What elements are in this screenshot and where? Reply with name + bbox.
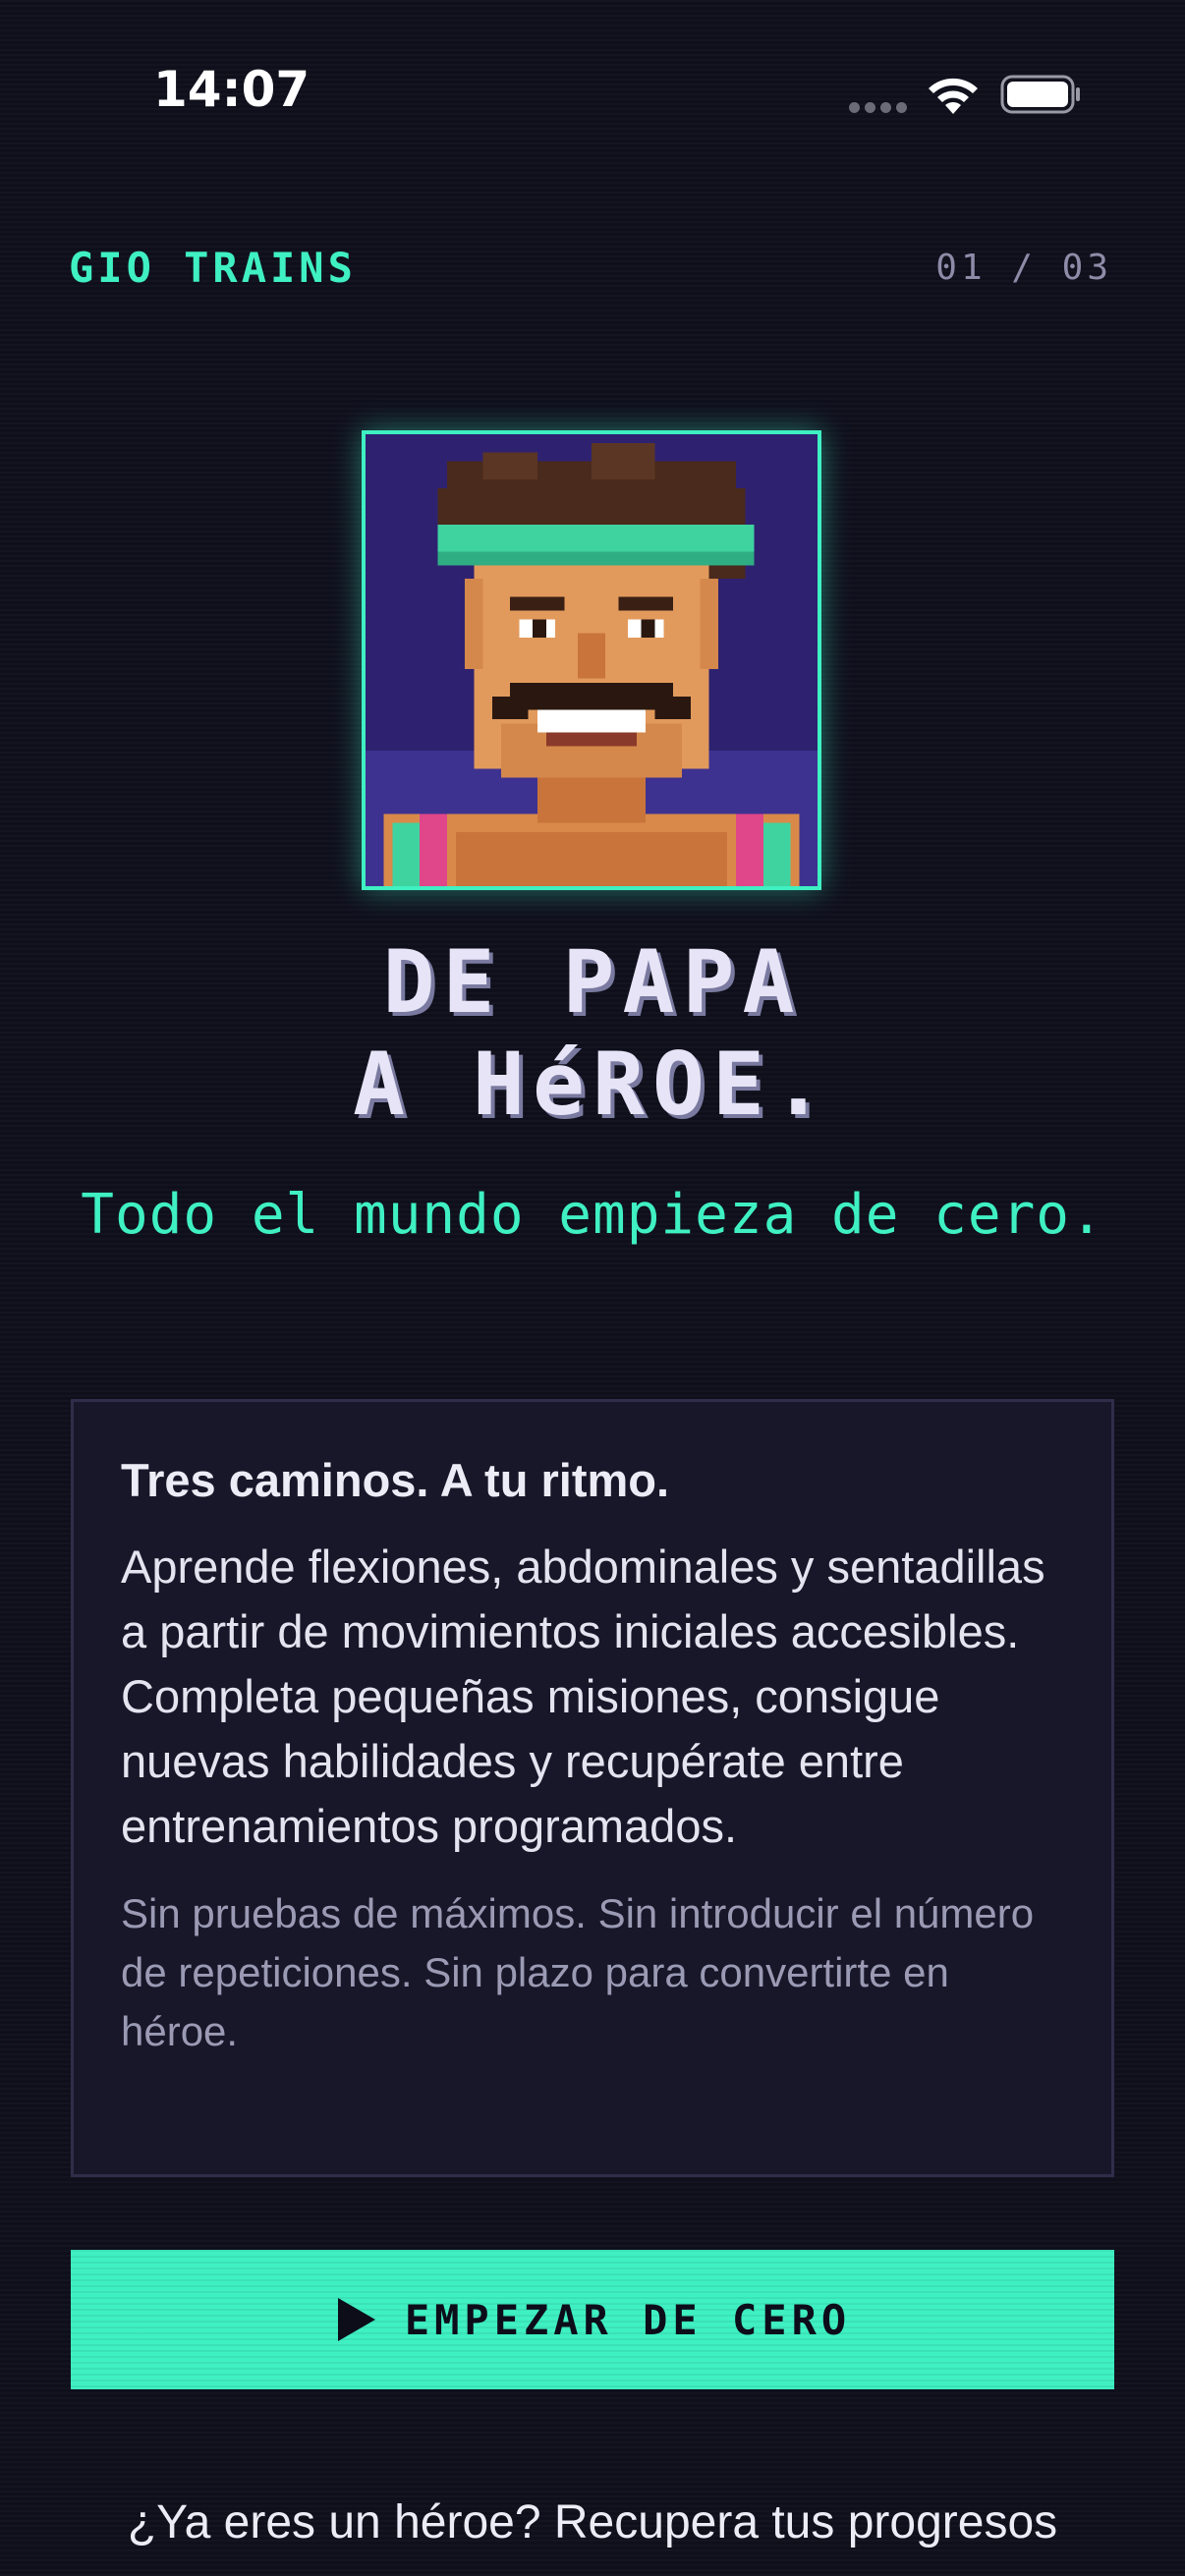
- wifi-icon: [929, 78, 978, 114]
- info-card: Tres caminos. A tu ritmo. Aprende flexio…: [71, 1399, 1114, 2177]
- hero-tagline: Todo el mundo empieza de cero.: [81, 1183, 1104, 1247]
- battery-icon: [1000, 75, 1080, 114]
- hero-title: DE PAPA A HéROE.: [0, 931, 1185, 1136]
- play-icon: [337, 2298, 375, 2341]
- app-brand: GIO TRAINS: [69, 244, 357, 292]
- status-time: 14:07: [153, 61, 310, 118]
- status-bar: 14:07: [0, 0, 1185, 187]
- card-note: Sin pruebas de máximos. Sin introducir e…: [121, 1890, 1035, 2054]
- card-body: Aprende flexiones, abdominales y sentadi…: [121, 1540, 1045, 1852]
- start-from-zero-button[interactable]: EMPEZAR DE CERO: [71, 2250, 1114, 2389]
- start-button-label: EMPEZAR DE CERO: [404, 2295, 852, 2344]
- signal-dots-icon: [849, 102, 908, 116]
- recover-progress-link[interactable]: ¿Ya eres un héroe? Recupera tus progreso…: [0, 2495, 1185, 2549]
- card-title: Tres caminos. A tu ritmo.: [121, 1454, 670, 1506]
- hero-title-line-2: A HéROE.: [353, 1034, 832, 1135]
- onboarding-pager: 01 / 03: [935, 248, 1112, 288]
- hero-title-line-1: DE PAPA: [382, 931, 803, 1033]
- hero-portrait: [362, 430, 821, 890]
- pixel-portrait-icon: [366, 434, 818, 886]
